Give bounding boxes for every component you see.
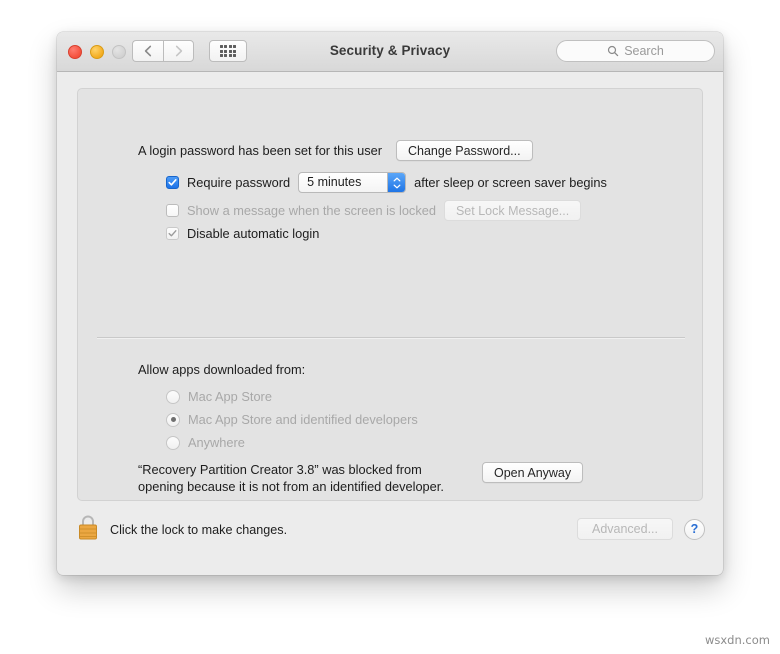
- show-lock-message-label: Show a message when the screen is locked: [187, 203, 436, 218]
- lock-row: Click the lock to make changes.: [77, 514, 287, 546]
- disable-auto-login-checkbox: [166, 227, 179, 240]
- gatekeeper-heading: Allow apps downloaded from:: [138, 362, 306, 377]
- checkmark-icon: [168, 178, 177, 186]
- advanced-button: Advanced...: [576, 518, 673, 540]
- radio-anywhere-label: Anywhere: [188, 435, 245, 450]
- watermark: wsxdn.com: [704, 633, 770, 647]
- chevron-down-icon: [393, 184, 401, 188]
- search-icon: [608, 45, 619, 57]
- disable-auto-login-label: Disable automatic login: [187, 226, 320, 241]
- require-password-delay-value: 5 minutes: [307, 175, 362, 189]
- general-pane: A login password has been set for this u…: [77, 88, 703, 501]
- set-lock-message-button: Set Lock Message...: [443, 200, 582, 221]
- footer-actions: Advanced... ?: [576, 518, 705, 540]
- require-password-label: Require password: [187, 175, 291, 190]
- stepper-arrows-icon[interactable]: [387, 173, 406, 192]
- gatekeeper-option-anywhere: Anywhere: [166, 435, 245, 450]
- radio-identified-developers: [166, 412, 180, 427]
- require-password-delay-popup[interactable]: 5 minutes: [298, 172, 407, 193]
- require-password-checkbox[interactable]: [166, 176, 179, 189]
- open-anyway-button[interactable]: Open Anyway: [482, 462, 584, 483]
- help-button[interactable]: ?: [684, 518, 705, 540]
- blocked-app-message-line2: opening because it is not from an identi…: [138, 479, 444, 494]
- gatekeeper-option-mac-app-store: Mac App Store: [166, 389, 272, 404]
- title-bar: Security & Privacy Search: [57, 32, 723, 72]
- login-password-text: A login password has been set for this u…: [138, 143, 382, 158]
- padlock-closed-icon[interactable]: [77, 514, 99, 546]
- section-divider: [97, 337, 685, 338]
- gatekeeper-heading-row: Allow apps downloaded from:: [138, 362, 305, 377]
- search-placeholder: Search: [624, 44, 664, 58]
- login-password-row: A login password has been set for this u…: [138, 140, 533, 161]
- show-lock-message-checkbox: [166, 204, 179, 217]
- preferences-window: Security & Privacy Search General FileVa…: [57, 32, 723, 575]
- search-field[interactable]: Search: [556, 40, 715, 62]
- blocked-app-message-line1: “Recovery Partition Creator 3.8” was blo…: [138, 462, 422, 477]
- change-password-button[interactable]: Change Password...: [396, 140, 533, 161]
- lock-instruction-text: Click the lock to make changes.: [110, 523, 288, 537]
- blocked-app-message: “Recovery Partition Creator 3.8” was blo…: [138, 461, 468, 495]
- show-lock-message-row: Show a message when the screen is locked…: [166, 200, 582, 221]
- chevron-up-icon: [393, 177, 401, 181]
- radio-mac-app-store: [166, 389, 180, 404]
- disable-auto-login-row: Disable automatic login: [166, 226, 319, 241]
- radio-anywhere: [166, 435, 180, 450]
- checkmark-icon: [168, 230, 177, 237]
- radio-identified-developers-label: Mac App Store and identified developers: [188, 412, 418, 427]
- require-password-row: Require password 5 minutes after sleep o…: [166, 172, 607, 193]
- require-password-suffix: after sleep or screen saver begins: [414, 175, 607, 190]
- radio-mac-app-store-label: Mac App Store: [188, 389, 272, 404]
- radio-selected-dot: [170, 417, 176, 422]
- gatekeeper-option-identified-developers: Mac App Store and identified developers: [166, 412, 418, 427]
